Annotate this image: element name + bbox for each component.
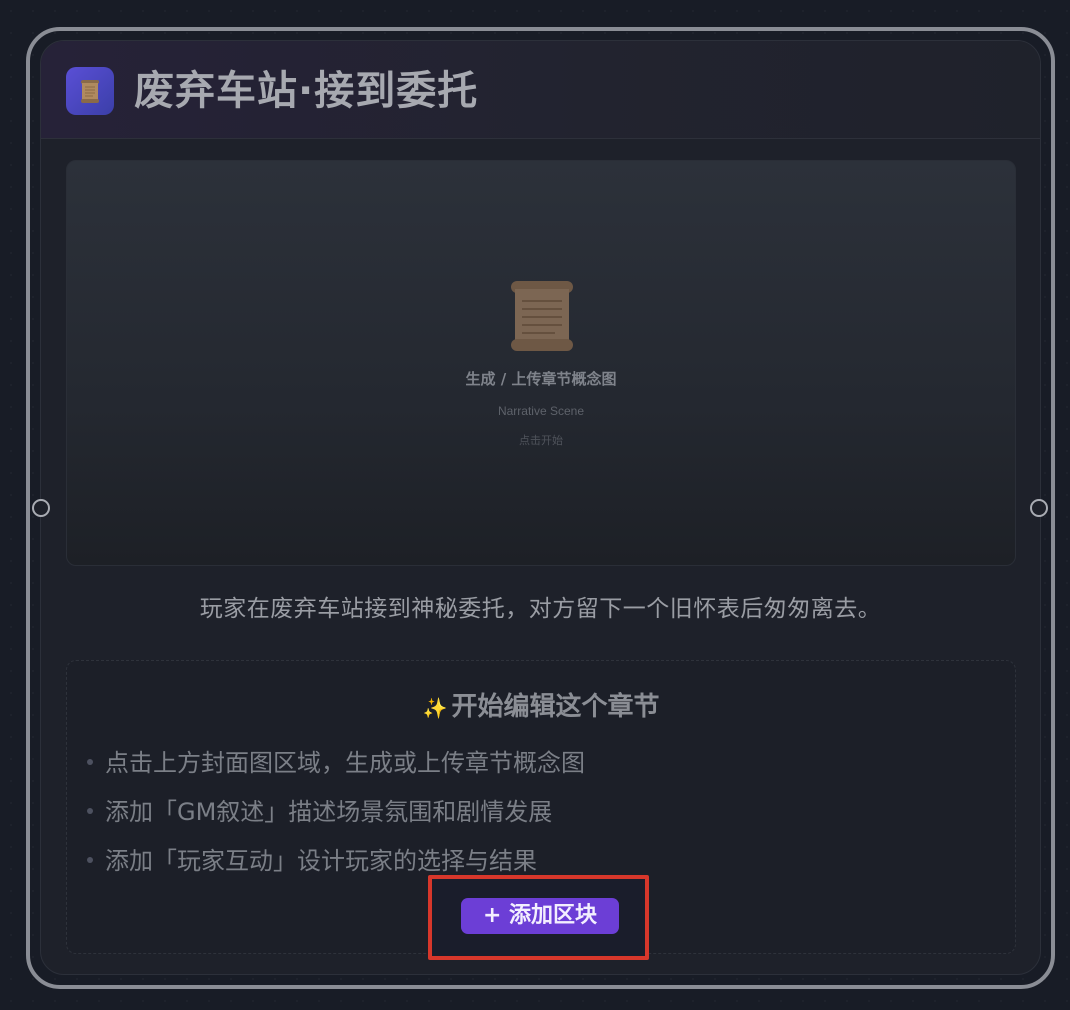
tip-text: 添加「玩家互动」设计玩家的选择与结果	[105, 847, 537, 875]
edit-guide-title: ✨ 开始编辑这个章节	[67, 686, 1015, 723]
bullet-icon	[87, 857, 93, 863]
scroll-icon	[66, 67, 114, 115]
tips-list: 点击上方封面图区域，生成或上传章节概念图 添加「GM叙述」描述场景氛围和剧情发展…	[87, 743, 585, 890]
cover-subtitle: Narrative Scene	[497, 404, 585, 418]
output-port-handle[interactable]	[1030, 499, 1048, 517]
sparkle-icon: ✨	[422, 696, 448, 720]
cover-hint: 点击开始	[519, 434, 563, 447]
cover-title: 生成 / 上传章节概念图	[465, 370, 617, 388]
edit-guide-title-text: 开始编辑这个章节	[451, 692, 660, 722]
node-header[interactable]: 废弃车站·接到委托	[41, 41, 1040, 139]
bullet-icon	[87, 759, 93, 765]
input-port-handle[interactable]	[32, 499, 50, 517]
add-block-button[interactable]: + 添加区块	[461, 898, 619, 934]
scroll-icon	[511, 281, 573, 351]
tip-text: 点击上方封面图区域，生成或上传章节概念图	[105, 749, 585, 777]
node-title[interactable]: 废弃车站·接到委托	[134, 65, 478, 117]
chapter-node-card[interactable]: 废弃车站·接到委托 生成 / 上传章节概念图 Narrative Scene 点…	[40, 40, 1041, 975]
bullet-icon	[87, 808, 93, 814]
tip-text: 添加「GM叙述」描述场景氛围和剧情发展	[105, 798, 553, 826]
list-item: 添加「GM叙述」描述场景氛围和剧情发展	[87, 792, 585, 841]
cover-image-area[interactable]: 生成 / 上传章节概念图 Narrative Scene 点击开始	[66, 160, 1016, 566]
chapter-summary[interactable]: 玩家在废弃车站接到神秘委托，对方留下一个旧怀表后匆匆离去。	[41, 589, 1040, 623]
list-item: 点击上方封面图区域，生成或上传章节概念图	[87, 743, 585, 792]
